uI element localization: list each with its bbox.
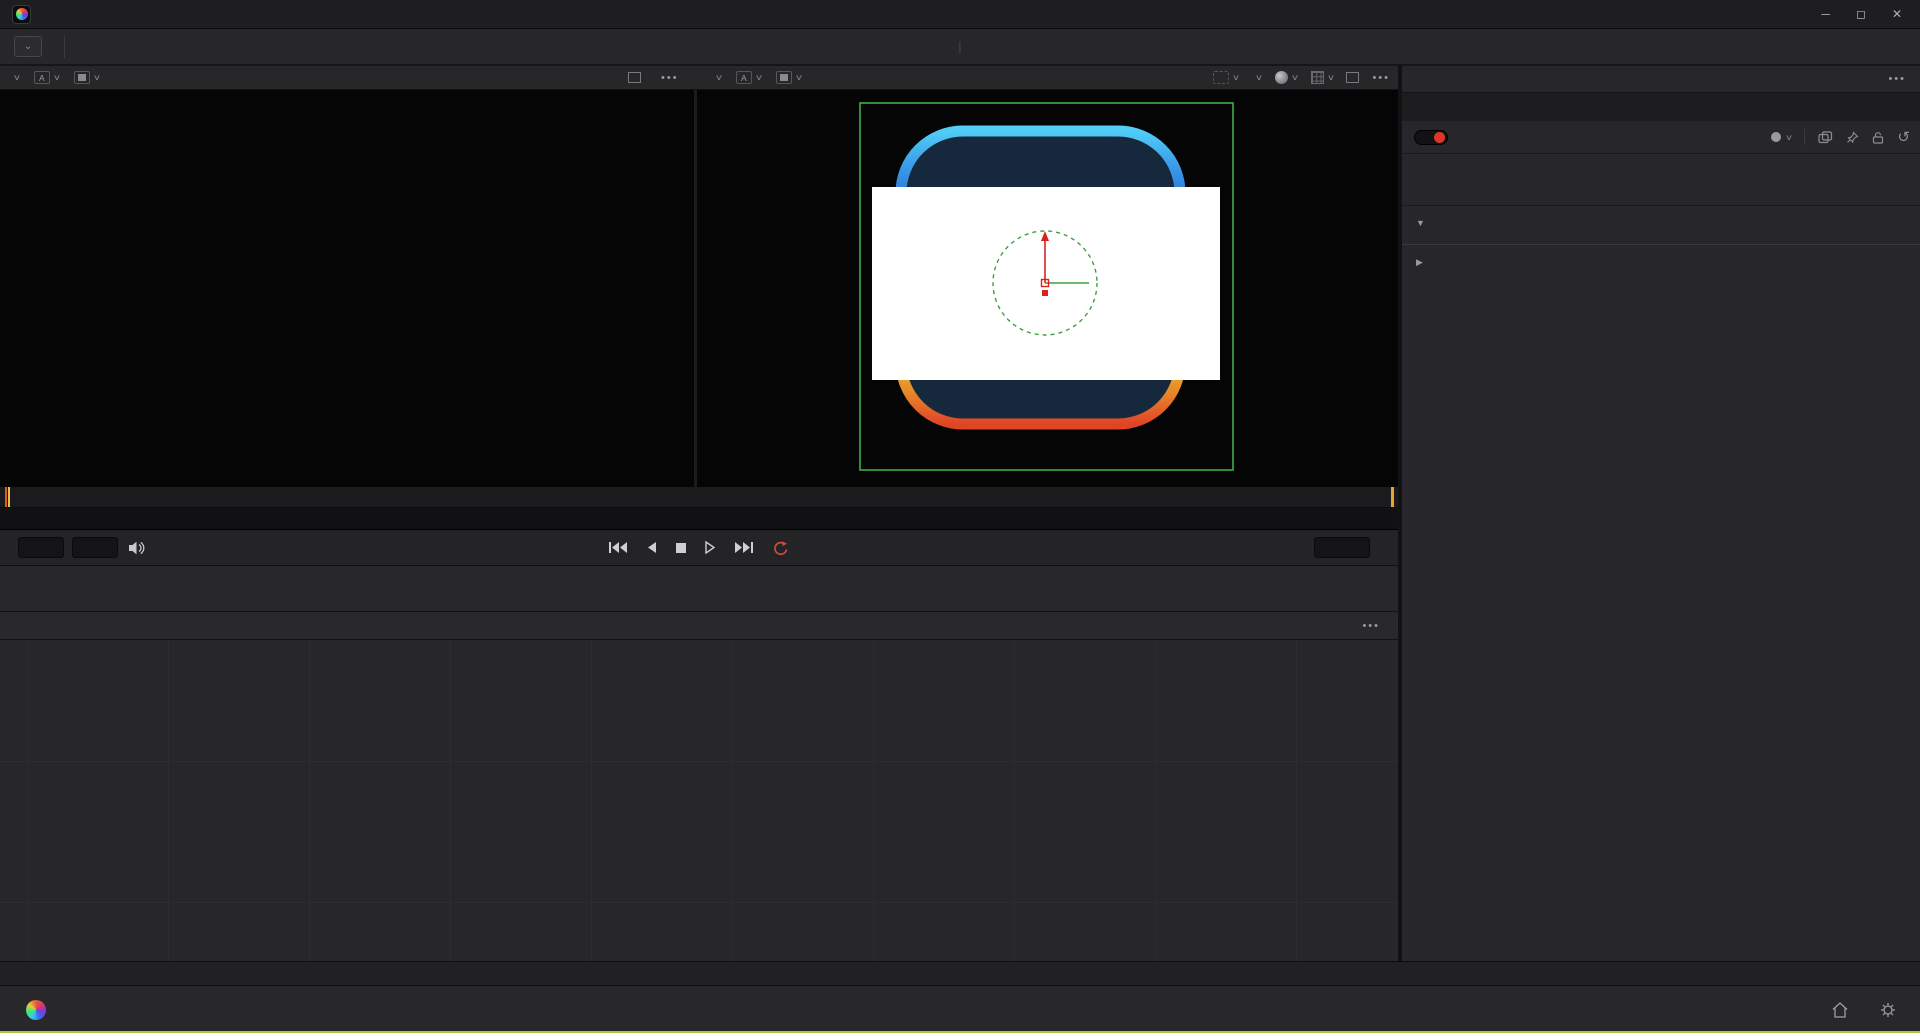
node-enable-toggle[interactable] (1414, 129, 1448, 145)
divider: | (958, 39, 962, 54)
viewer-and-nodes-column: ∨ A ∨ ∨ ••• ∨ A ∨ ∨ ∨ ∨ ∨ ∨ ••• ••• (0, 66, 1402, 961)
lut-dropdown[interactable]: ∨ (1252, 73, 1263, 82)
right-viewer-fit-dropdown[interactable]: ∨ (712, 73, 723, 82)
top-toolbar: ⌄ | (0, 29, 1920, 66)
inspector-node-header: ∨ ↺ (1402, 121, 1920, 154)
left-viewer-empty[interactable] (0, 90, 697, 487)
left-viewer-channel-dropdown[interactable]: A ∨ (33, 71, 61, 84)
reference-size-section-header[interactable]: ▶ (1402, 245, 1920, 274)
divider (64, 35, 65, 58)
right-viewer-channel-dropdown[interactable]: A ∨ (735, 71, 763, 84)
reset-parameters-icon[interactable]: ↺ (1897, 128, 1910, 146)
viewer-toolbar: ∨ A ∨ ∨ ••• ∨ A ∨ ∨ ∨ ∨ ∨ ∨ ••• (0, 66, 1398, 90)
play-button[interactable] (705, 541, 716, 554)
copy-settings-icon[interactable] (1818, 130, 1833, 144)
inspector-options-icon[interactable]: ••• (1888, 73, 1906, 85)
render-range-start-marker[interactable] (8, 487, 10, 507)
roi-dropdown[interactable]: ∨ (1213, 71, 1240, 84)
inspector-panel: ••• ∨ ↺ ▼ ▶ (1402, 66, 1920, 961)
menubar: ─ ◻ ✕ (0, 0, 1920, 29)
range-end-field[interactable] (72, 537, 118, 558)
project-manager-home-icon[interactable] (1830, 1000, 1850, 1020)
transport-bar (0, 530, 1398, 566)
right-viewer-expand-button[interactable] (1346, 72, 1360, 83)
range-start-field[interactable] (18, 537, 64, 558)
right-viewer-canvas[interactable] (697, 90, 1398, 487)
window-minimize-button[interactable]: ─ (1821, 7, 1830, 21)
right-viewer-color-dropdown[interactable]: ∨ (775, 71, 803, 84)
status-bar (0, 961, 1920, 985)
left-viewer-options-icon[interactable]: ••• (661, 72, 679, 84)
merge-section-header[interactable]: ▼ (1402, 206, 1920, 234)
audio-mute-icon[interactable] (126, 539, 146, 557)
app-logo-icon[interactable] (12, 4, 31, 24)
color-wheel-dropdown[interactable]: ∨ (1274, 71, 1299, 84)
right-viewer-options-icon[interactable]: ••• (1372, 72, 1390, 84)
time-ruler[interactable] (0, 487, 1398, 508)
left-viewer-color-dropdown[interactable]: ∨ (73, 71, 101, 84)
ui-layout-toggle-button[interactable]: ⌄ (14, 36, 42, 57)
rendered-logo-preview (859, 102, 1234, 471)
go-to-start-button[interactable] (608, 541, 628, 554)
lock-icon[interactable] (1872, 131, 1884, 144)
go-to-end-button[interactable] (734, 541, 754, 554)
chevron-down-icon: ▼ (1416, 218, 1425, 228)
stop-button[interactable] (675, 542, 687, 554)
fusion-effects-toolbar (0, 566, 1398, 612)
nodes-panel-options-icon[interactable]: ••• (1362, 620, 1380, 632)
left-viewer-expand-button[interactable] (628, 72, 641, 83)
window-maximize-button[interactable]: ◻ (1856, 7, 1866, 21)
resolve-logo-icon (26, 999, 46, 1020)
window-close-button[interactable]: ✕ (1892, 7, 1902, 21)
page-navigation-bar (0, 985, 1920, 1033)
node-graph[interactable] (0, 640, 1398, 961)
timeline-scrollbar[interactable] (0, 508, 1398, 530)
nodes-panel-header: ••• (0, 612, 1398, 640)
left-viewer-zoom-dropdown[interactable]: ∨ (10, 73, 21, 82)
current-frame-field[interactable] (1314, 537, 1370, 558)
pin-icon[interactable] (1846, 130, 1859, 144)
step-back-button[interactable] (646, 541, 657, 554)
node-tile-color-dropdown[interactable]: ∨ (1770, 132, 1793, 142)
davinci-resolve-fusion-page: ─ ◻ ✕ ⌄ | ∨ A ∨ ∨ ••• ∨ A ∨ ∨ ∨ ∨ ∨ ∨ ••… (0, 0, 1920, 1033)
render-range-end-marker[interactable] (1391, 487, 1394, 507)
chevron-right-icon: ▶ (1416, 257, 1423, 267)
guides-grid-dropdown[interactable]: ∨ (1310, 71, 1335, 84)
loop-playback-button[interactable] (772, 540, 790, 556)
project-title-group: | (946, 39, 973, 54)
playhead[interactable] (5, 487, 7, 507)
project-settings-gear-icon[interactable] (1878, 1000, 1898, 1020)
